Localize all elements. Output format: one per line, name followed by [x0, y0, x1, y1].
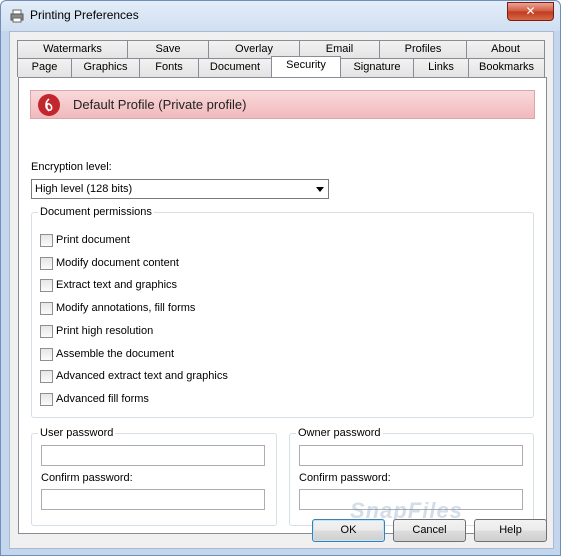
tab-save[interactable]: Save: [127, 40, 209, 59]
checkbox[interactable]: [40, 234, 53, 247]
tab-bookmarks[interactable]: Bookmarks: [468, 58, 545, 77]
tab-label: Bookmarks: [478, 61, 535, 73]
owner-confirm-label: Confirm password:: [299, 472, 391, 484]
checkbox[interactable]: [40, 279, 53, 292]
tab-profiles[interactable]: Profiles: [379, 40, 467, 59]
user-confirm-label: Confirm password:: [41, 472, 133, 484]
tab-label: Save: [155, 43, 181, 55]
title-bar: Printing Preferences ✕: [1, 1, 560, 31]
security-panel: Default Profile (Private profile) Encryp…: [18, 77, 547, 534]
checkbox-label: Print high resolution: [56, 325, 154, 337]
user-password-input[interactable]: [41, 445, 265, 466]
close-icon: ✕: [525, 4, 536, 18]
tab-document[interactable]: Document: [198, 58, 272, 77]
encryption-level-select[interactable]: High level (128 bits): [31, 179, 329, 199]
checkbox-label: Advanced extract text and graphics: [56, 370, 228, 382]
user-password-title: User password: [38, 427, 116, 439]
tab-label: Email: [325, 43, 354, 55]
user-confirm-password-input[interactable]: [41, 489, 265, 510]
window-title: Printing Preferences: [30, 8, 139, 22]
tab-label: Document: [209, 61, 261, 73]
tab-watermarks[interactable]: Watermarks: [17, 40, 128, 59]
checkbox[interactable]: [40, 302, 53, 315]
checkbox[interactable]: [40, 370, 53, 383]
help-button[interactable]: Help: [474, 519, 547, 542]
tab-label: Profiles: [404, 43, 442, 55]
profile-logo-icon: [38, 94, 60, 116]
tab-label: Fonts: [155, 61, 183, 73]
checkbox-label: Extract text and graphics: [56, 279, 178, 291]
checkbox[interactable]: [40, 393, 53, 406]
ok-button[interactable]: OK: [312, 519, 385, 542]
printing-preferences-window: Printing Preferences ✕ Watermarks Save O…: [0, 0, 561, 556]
printer-icon: [10, 9, 24, 23]
tab-label: Links: [428, 61, 454, 73]
owner-password-title: Owner password: [296, 427, 383, 439]
tab-signature[interactable]: Signature: [340, 58, 414, 77]
tab-label: About: [491, 43, 520, 55]
profile-banner: Default Profile (Private profile): [30, 90, 535, 119]
tab-label: Security: [286, 59, 326, 71]
tab-label: Overlay: [235, 43, 273, 55]
checkbox-label: Modify document content: [56, 257, 179, 269]
checkbox-label: Modify annotations, fill forms: [56, 302, 196, 314]
close-button[interactable]: ✕: [507, 2, 554, 21]
checkbox[interactable]: [40, 257, 53, 270]
tab-label: Signature: [353, 61, 401, 73]
tab-page[interactable]: Page: [17, 58, 72, 77]
tab-fonts[interactable]: Fonts: [139, 58, 199, 77]
encryption-level-label: Encryption level:: [31, 161, 112, 173]
tab-links[interactable]: Links: [413, 58, 469, 77]
profile-name: Default Profile (Private profile): [73, 97, 247, 112]
chevron-down-icon: [316, 187, 324, 192]
checkbox[interactable]: [40, 325, 53, 338]
tab-label: Graphics: [83, 61, 128, 73]
tab-security[interactable]: Security: [271, 56, 341, 77]
dialog-body: Watermarks Save Overlay Email Profiles A…: [9, 31, 554, 549]
user-password-group: User password Confirm password:: [31, 427, 277, 526]
checkbox-label: Assemble the document: [56, 348, 175, 360]
checkbox[interactable]: [40, 348, 53, 361]
encryption-level-value: High level (128 bits): [35, 183, 133, 195]
document-permissions-title: Document permissions: [38, 206, 154, 218]
cancel-button[interactable]: Cancel: [393, 519, 466, 542]
tab-about[interactable]: About: [466, 40, 545, 59]
tab-label: Watermarks: [43, 43, 102, 55]
checkbox-label: Advanced fill forms: [56, 393, 149, 405]
tab-graphics[interactable]: Graphics: [71, 58, 140, 77]
owner-password-input[interactable]: [299, 445, 523, 466]
checkbox-label: Print document: [56, 234, 130, 246]
tab-label: Page: [31, 61, 58, 73]
document-permissions-group: Document permissions Print document Modi…: [31, 206, 534, 418]
